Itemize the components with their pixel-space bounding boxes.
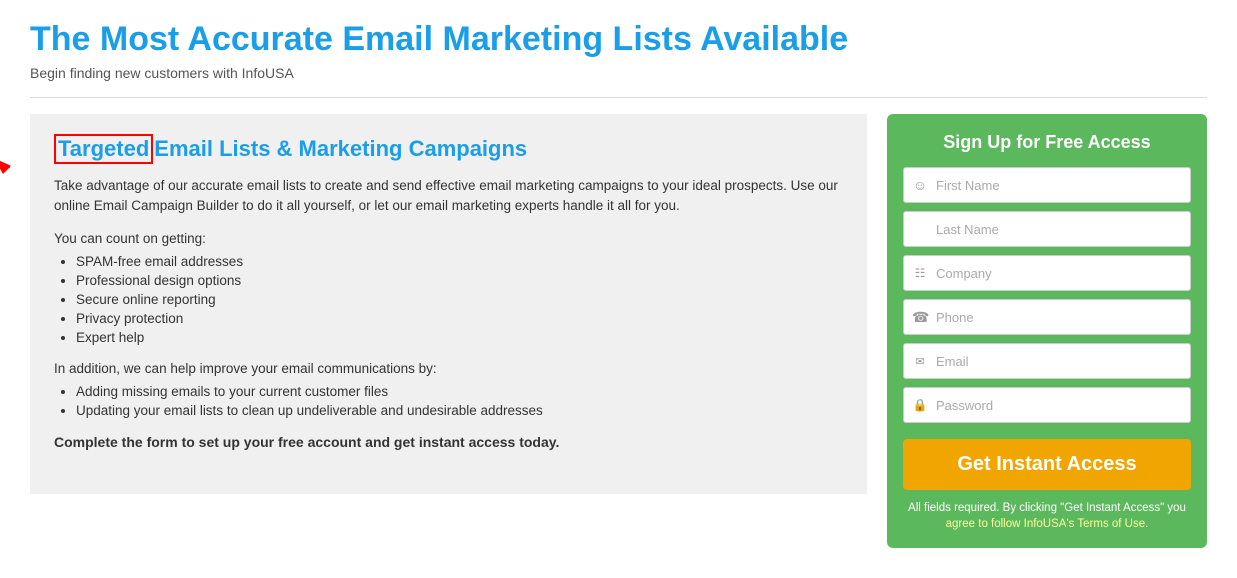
terms-post: . [1145, 518, 1148, 530]
divider [30, 97, 1207, 98]
email-input[interactable] [936, 344, 1182, 378]
first-name-input[interactable] [936, 168, 1182, 202]
email-group: ✉ [903, 343, 1191, 379]
page-wrapper: The Most Accurate Email Marketing Lists … [0, 0, 1237, 578]
targeted-word: Targeted [54, 134, 153, 164]
terms-link[interactable]: agree to follow InfoUSA's Terms of Use [946, 518, 1146, 530]
list-item: Updating your email lists to clean up un… [76, 403, 843, 418]
first-name-group: ☺ [903, 167, 1191, 203]
password-group: 🔒 [903, 387, 1191, 423]
count-label: You can count on getting: [54, 231, 843, 246]
panel-heading: Targeted Email Lists & Marketing Campaig… [54, 134, 843, 164]
phone-input[interactable] [936, 300, 1182, 334]
list-item: SPAM-free email addresses [76, 254, 843, 269]
terms-pre: All fields required. By clicking "Get In… [908, 502, 1186, 514]
list-item: Adding missing emails to your current cu… [76, 384, 843, 399]
heading-rest: Email Lists & Marketing Campaigns [154, 136, 527, 162]
cta-text: Complete the form to set up your free ac… [54, 434, 843, 450]
person-icon: ☺ [912, 177, 928, 193]
signup-form-panel: Sign Up for Free Access ☺ ☺ ☷ ☎ [887, 114, 1207, 548]
list-item: Expert help [76, 330, 843, 345]
last-name-group: ☺ [903, 211, 1191, 247]
panel-description: Take advantage of our accurate email lis… [54, 176, 843, 217]
addition-label: In addition, we can help improve your em… [54, 361, 843, 376]
phone-icon: ☎ [912, 309, 928, 326]
form-title: Sign Up for Free Access [903, 132, 1191, 153]
content-row: Targeted Email Lists & Marketing Campaig… [30, 114, 1207, 548]
get-instant-access-button[interactable]: Get Instant Access [903, 439, 1191, 490]
company-input[interactable] [936, 256, 1182, 290]
list-item: Secure online reporting [76, 292, 843, 307]
subtitle: Begin finding new customers with InfoUSA [30, 65, 1207, 81]
main-title: The Most Accurate Email Marketing Lists … [30, 20, 1207, 59]
last-name-input[interactable] [936, 212, 1182, 246]
lock-icon: 🔒 [912, 398, 928, 412]
arrow-decoration [0, 122, 25, 185]
bullet-list: SPAM-free email addresses Professional d… [54, 254, 843, 345]
password-input[interactable] [936, 388, 1182, 422]
company-group: ☷ [903, 255, 1191, 291]
list-item: Professional design options [76, 273, 843, 288]
building-icon: ☷ [912, 266, 928, 280]
phone-group: ☎ [903, 299, 1191, 335]
left-panel: Targeted Email Lists & Marketing Campaig… [30, 114, 867, 494]
list-item: Privacy protection [76, 311, 843, 326]
email-icon: ✉ [912, 355, 928, 368]
addition-bullet-list: Adding missing emails to your current cu… [54, 384, 843, 418]
terms-text: All fields required. By clicking "Get In… [903, 500, 1191, 532]
